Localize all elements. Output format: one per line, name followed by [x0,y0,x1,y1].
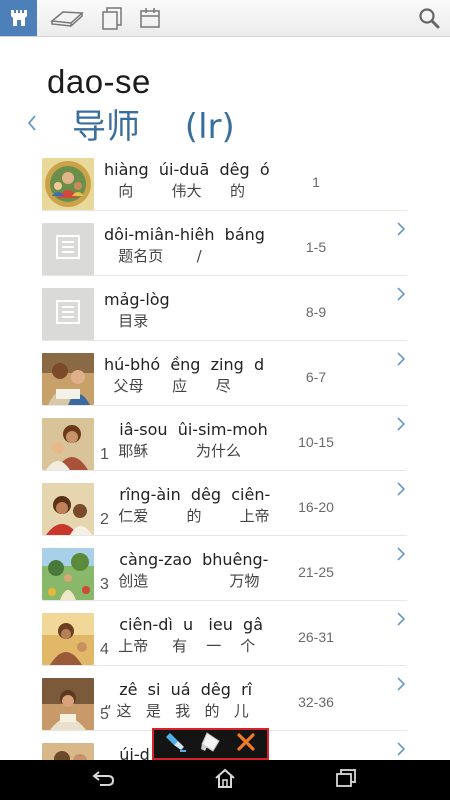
chapter-title-chinese: 向 伟大 的 [104,182,246,200]
chevron-right-icon [395,676,407,692]
chapter-title-romanized: iâ-sou ûi-sim-moh [104,420,268,439]
chapter-row[interactable]: mảg-lòg 目录 8-9 [0,276,450,341]
chevron-right-icon [395,611,407,627]
chapter-row[interactable]: 4 ciên-dì u ieu gâ 上帝 有 一 个 26-31 [0,601,450,666]
library-icon [7,6,31,30]
page-subtitle: 导师 (lr) [72,107,235,147]
chapter-title: hiàng úi-duā dêg ó 向 伟大 的 [104,160,284,206]
chapter-title-chinese: 创造 万物 [104,572,260,590]
chapter-row[interactable]: hiàng úi-duā dêg ó 向 伟大 的 1 [0,146,450,211]
search-icon [418,7,440,29]
pages-icon [101,6,123,30]
chapter-title-romanized: hiàng úi-duā dêg ó [104,160,270,179]
chapter-row[interactable]: 5 zê si uá dêg rî “ 这 是 我 的 儿 32-36 [0,666,450,731]
document-icon [54,298,82,331]
publications-button[interactable] [98,0,126,36]
chapter-thumbnail [42,223,94,275]
nav-back-button[interactable] [84,767,124,793]
chapter-thumbnail [42,743,94,761]
eraser-button[interactable] [196,731,226,757]
library-button[interactable] [0,0,37,36]
highlighter-icon [164,730,188,759]
highlight-toolbar [152,728,269,760]
chapter-title-chinese: 仁爱 的 上帝 [104,507,270,525]
chevron-right-icon [395,221,407,237]
close-button[interactable] [231,731,261,757]
chevron-right-icon [395,286,407,302]
recent-apps-icon [335,768,357,793]
chapter-thumbnail [42,353,94,405]
chapter-title-romanized: ciên-dì u ieu gâ [104,615,263,634]
chapter-thumbnail [42,548,94,600]
chevron-right-icon [395,351,407,367]
chapter-title-romanized: mảg-lòg [104,290,170,309]
chapter-title: ciên-dì u ieu gâ 上帝 有 一 个 [104,615,284,661]
chapter-row[interactable]: 2 rîng-àin dêg ciên- 仁爱 的 上帝 16-20 [0,471,450,536]
chapter-thumbnail [42,613,94,665]
chapter-title-chinese: “ 这 是 我 的 儿 [104,702,249,720]
chapter-title-chinese: 耶稣 为什么 [104,442,241,460]
top-toolbar [0,0,450,37]
chapter-row[interactable]: 1 iâ-sou ûi-sim-moh 耶稣 为什么 10-15 [0,406,450,471]
chapter-pages: 1 [312,174,320,190]
chapter-pages: 16-20 [298,499,334,515]
nav-recent-apps-button[interactable] [326,767,366,793]
chapter-row[interactable]: dôi-miân-hiêh báng 题名页 / 1-5 [0,211,450,276]
chapter-title: mảg-lòg 目录 [104,290,284,336]
chapter-title-romanized: zê si uá dêg rî [104,680,253,699]
system-navigation-bar [0,760,450,800]
chapter-pages: 6-7 [305,369,327,385]
chapter-title: dôi-miân-hiêh báng 题名页 / [104,225,284,271]
eraser-icon [199,730,223,759]
chapter-pages: 26-31 [298,629,334,645]
chapter-thumbnail [42,483,94,535]
search-button[interactable] [414,0,444,36]
bible-button[interactable] [46,0,88,36]
chevron-right-icon [395,481,407,497]
back-button[interactable] [22,108,44,138]
page-title: dao-se [47,63,151,100]
chapter-title: iâ-sou ûi-sim-moh 耶稣 为什么 [104,420,284,466]
chevron-right-icon [395,546,407,562]
close-icon [235,731,257,758]
nav-home-button[interactable] [205,767,245,793]
chevron-right-icon [395,741,407,757]
chapter-thumbnail [42,678,94,730]
chevron-left-icon [22,115,44,142]
open-book-icon [49,7,85,29]
chapter-pages: 1-5 [305,239,327,255]
chapter-title-chinese: 父母 应 尽 [104,377,231,395]
calendar-button[interactable] [136,0,164,36]
highlighter-button[interactable] [161,731,191,757]
chapter-title-chinese: 上帝 有 一 个 [104,637,256,655]
chapter-title-romanized: rîng-àin dêg ciên- [104,485,271,504]
chapter-thumbnail [42,418,94,470]
chapter-pages: 32-36 [298,694,334,710]
chapter-title: hú-bhó ềng zing d 父母 应 尽 [104,355,284,401]
chapter-pages: 10-15 [298,434,334,450]
chevron-right-icon [395,416,407,432]
chapter-thumbnail [42,288,94,340]
chapter-pages: 8-9 [305,304,327,320]
chapter-title: càng-zao bhuêng- 创造 万物 [104,550,284,596]
chapter-pages: 21-25 [298,564,334,580]
chapter-title: zê si uá dêg rî “ 这 是 我 的 儿 [104,680,284,726]
chapter-title-romanized: dôi-miân-hiêh báng [104,225,265,244]
chapter-title-chinese: 题名页 / [104,247,202,265]
chapter-title-chinese: 目录 [104,312,149,330]
chapter-row[interactable]: hú-bhó ềng zing d 父母 应 尽 6-7 [0,341,450,406]
document-icon [54,233,82,266]
home-icon [213,767,237,794]
chapter-title: rîng-àin dêg ciên- 仁爱 的 上帝 [104,485,284,531]
chapter-title-romanized: hú-bhó ềng zing d [104,355,265,374]
chapter-thumbnail [42,158,94,210]
back-icon [91,768,117,793]
calendar-icon [139,7,161,29]
chapter-row[interactable]: 3 càng-zao bhuêng- 创造 万物 21-25 [0,536,450,601]
chapter-title-romanized: càng-zao bhuêng- [104,550,269,569]
